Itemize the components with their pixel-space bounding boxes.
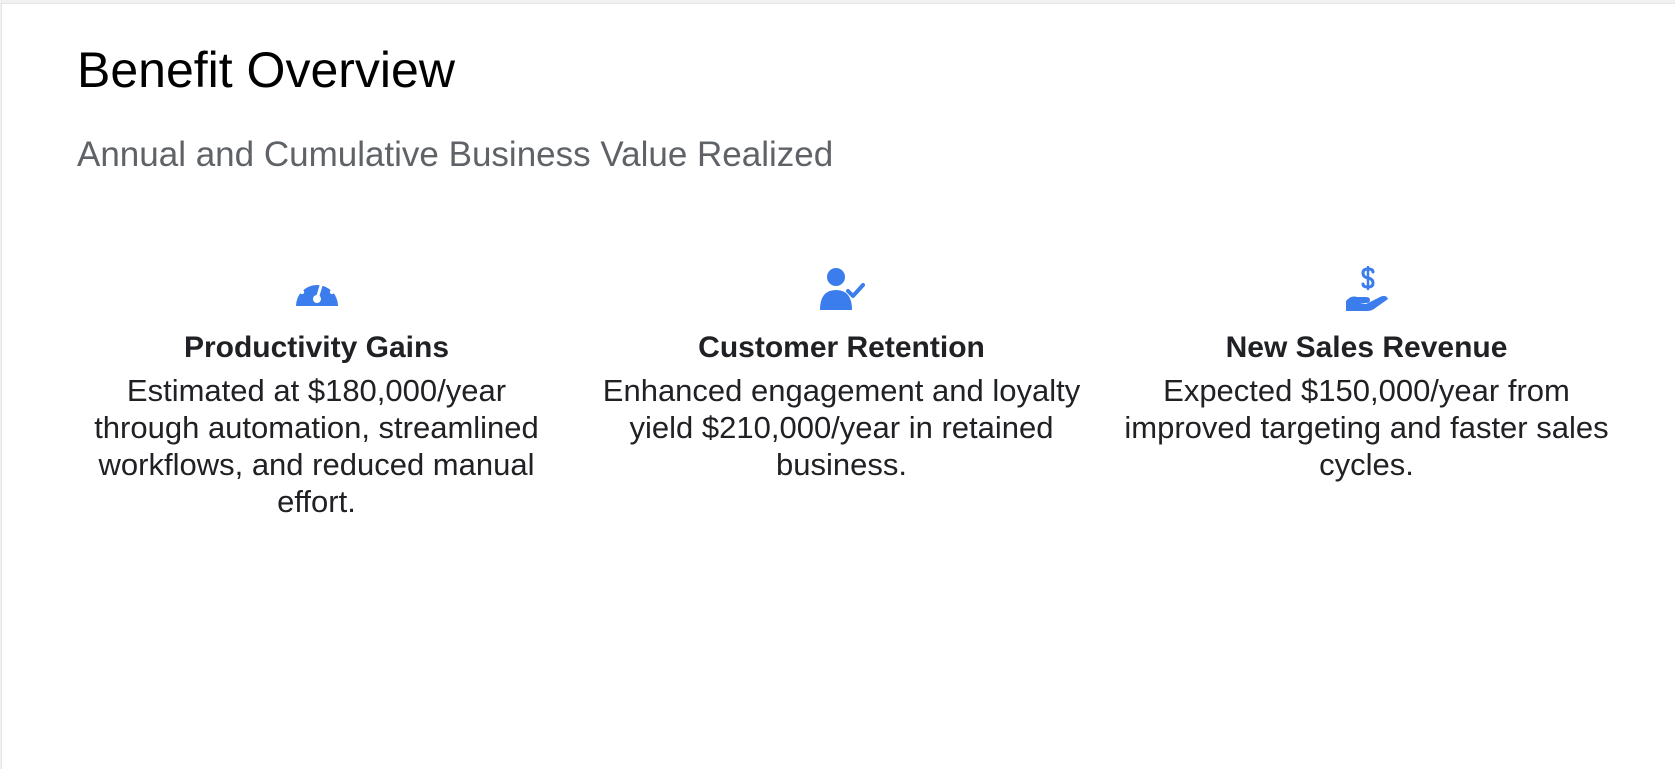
card-title: Productivity Gains	[183, 331, 450, 364]
page-title: Benefit Overview	[77, 42, 455, 98]
benefit-cards: Productivity Gains Estimated at $180,000…	[54, 266, 1629, 520]
benefit-card-sales: New Sales Revenue Expected $150,000/year…	[1104, 266, 1629, 520]
card-title: Customer Retention	[698, 331, 985, 364]
page-subtitle: Annual and Cumulative Business Value Rea…	[77, 135, 834, 174]
card-text: Enhanced engagement and loyalty yield $2…	[602, 373, 1081, 482]
user-check-icon	[819, 266, 865, 312]
card-text: Estimated at $180,000/year through autom…	[94, 373, 539, 519]
benefit-card-retention: Customer Retention Enhanced engagement a…	[579, 266, 1104, 520]
slide: Benefit Overview Annual and Cumulative B…	[1, 3, 1675, 769]
card-title: New Sales Revenue	[1225, 331, 1508, 364]
hand-dollar-icon	[1344, 266, 1390, 312]
benefit-card-productivity: Productivity Gains Estimated at $180,000…	[54, 266, 579, 520]
speedometer-icon	[294, 266, 340, 312]
card-text: Expected $150,000/year from improved tar…	[1124, 373, 1609, 482]
